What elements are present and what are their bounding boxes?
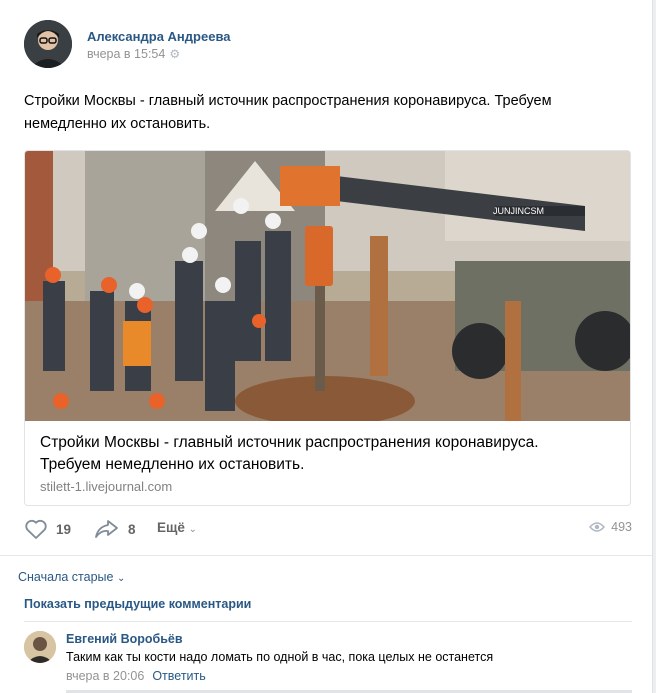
share-icon bbox=[95, 520, 118, 538]
show-previous-comments-link[interactable]: Показать предыдущие комментарии bbox=[24, 597, 251, 611]
post-time[interactable]: вчера в 15:54 ⚙ bbox=[87, 47, 180, 61]
views-count: 493 bbox=[611, 520, 632, 534]
attachment-domain[interactable]: stilett-1.livejournal.com bbox=[40, 479, 172, 494]
divider bbox=[24, 621, 632, 622]
gear-icon[interactable]: ⚙ bbox=[169, 47, 180, 61]
attachment-brand-label: JUNJINCSM bbox=[493, 206, 544, 216]
eye-icon bbox=[589, 522, 606, 532]
post-card: Александра Андреева вчера в 15:54 ⚙ Строй… bbox=[0, 0, 653, 693]
comment-text: Таким как ты кости надо ломать по одной … bbox=[66, 650, 494, 664]
views-counter: 493 bbox=[589, 520, 632, 534]
divider bbox=[0, 555, 652, 556]
reply-button[interactable]: Ответить bbox=[152, 669, 205, 683]
comment-avatar[interactable] bbox=[24, 631, 56, 663]
share-count: 8 bbox=[128, 521, 136, 537]
attachment-title[interactable]: Стройки Москвы - главный источник распро… bbox=[40, 432, 600, 476]
post-time-text[interactable]: вчера в 15:54 bbox=[87, 47, 165, 61]
like-button[interactable]: 19 bbox=[24, 518, 71, 540]
share-button[interactable]: 8 bbox=[94, 518, 136, 540]
heart-icon bbox=[25, 519, 47, 539]
chevron-down-icon: ⌄ bbox=[188, 524, 198, 535]
attachment-image[interactable]: JUNJINCSM bbox=[25, 151, 630, 421]
like-count: 19 bbox=[56, 521, 72, 537]
comment-meta: вчера в 20:06 Ответить bbox=[66, 669, 206, 683]
more-label: Ещё bbox=[157, 520, 185, 535]
comments-sort-toggle[interactable]: Сначала старые ⌄ bbox=[18, 570, 125, 584]
chevron-down-icon: ⌄ bbox=[116, 573, 126, 584]
sort-label: Сначала старые bbox=[18, 570, 114, 584]
author-avatar[interactable] bbox=[24, 20, 72, 68]
author-name[interactable]: Александра Андреева bbox=[87, 29, 231, 44]
post-actions: 19 8 Ещё ⌄ 493 bbox=[24, 518, 632, 542]
comment-author[interactable]: Евгений Воробьёв bbox=[66, 632, 183, 646]
post-text: Стройки Москвы - главный источник распро… bbox=[24, 93, 552, 132]
comment-time[interactable]: вчера в 20:06 bbox=[66, 669, 144, 683]
link-attachment[interactable]: JUNJINCSM Стройки Москвы - главный источ… bbox=[24, 150, 631, 506]
more-button[interactable]: Ещё ⌄ bbox=[157, 520, 197, 535]
